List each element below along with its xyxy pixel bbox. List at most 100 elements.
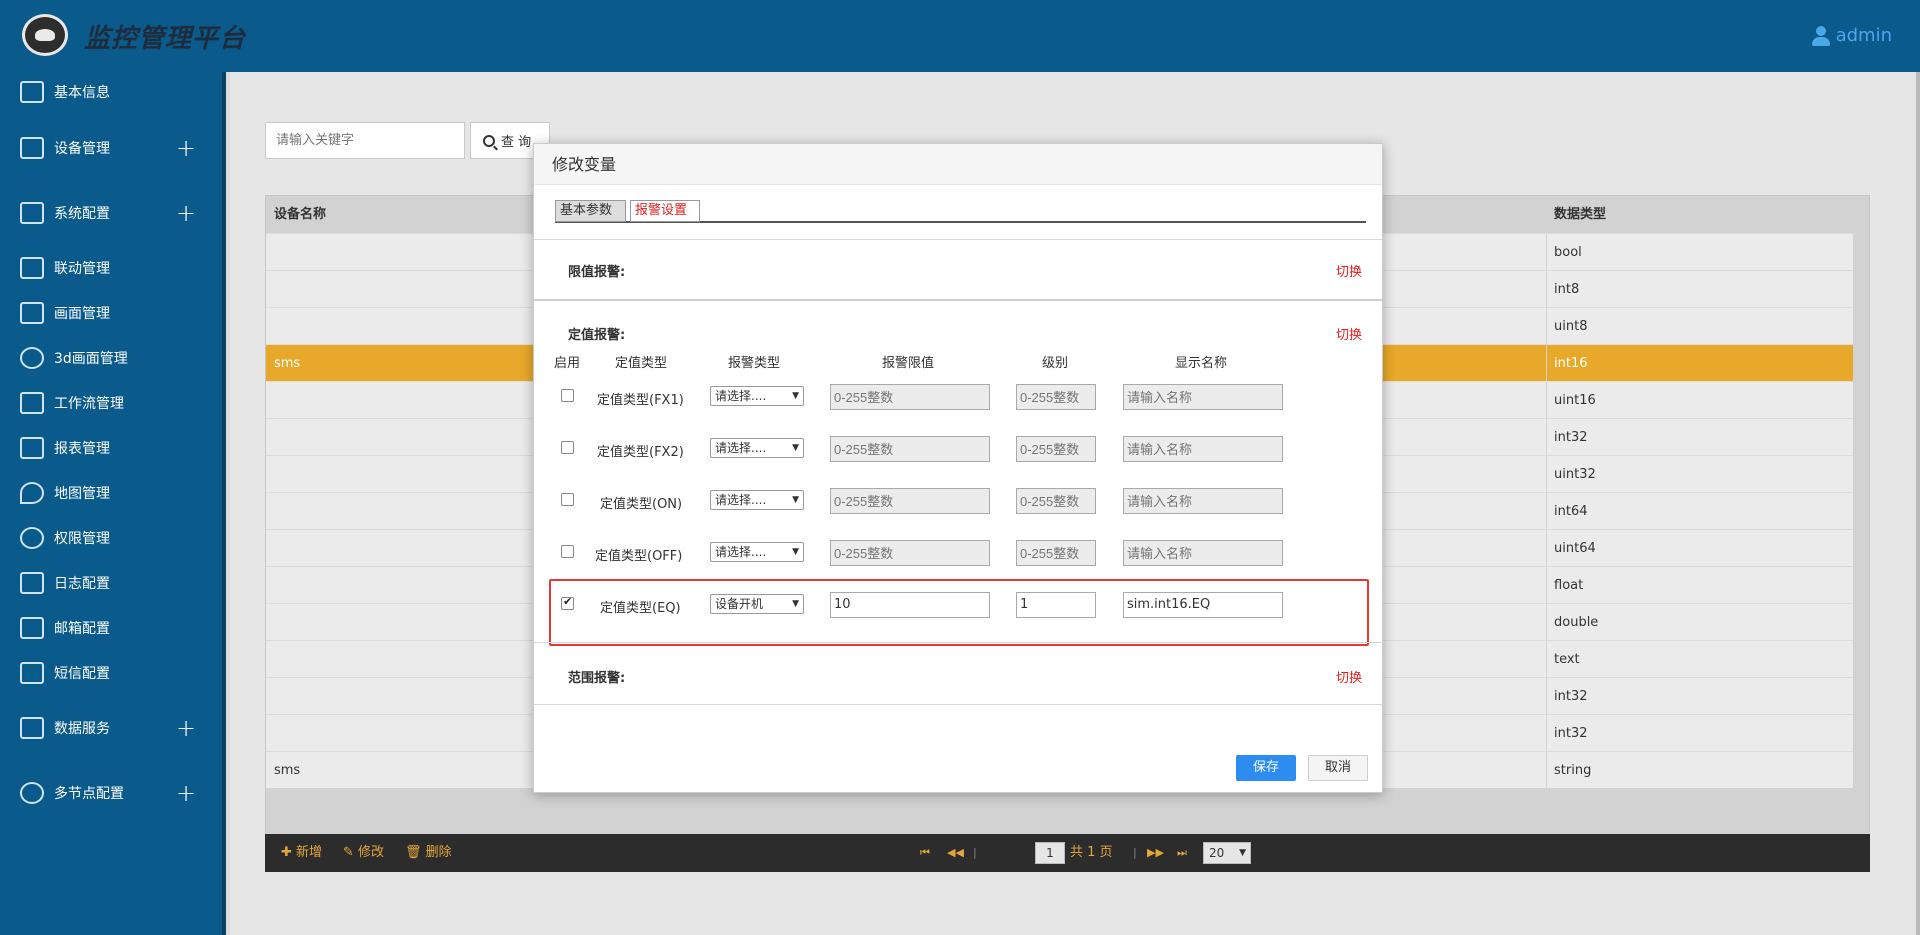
sidebar-item-multi-node[interactable]: 多节点配置 + [0,773,222,813]
fixed-type-label: 定值类型(OFF) [595,549,683,564]
delete-button-label: 删除 [425,845,452,860]
log-icon [20,572,44,594]
tab-basic-params[interactable]: 基本参数 [555,200,626,222]
alarm-level-input[interactable] [1016,540,1096,566]
cell-datatype: text [1554,652,1580,667]
alarm-type-select[interactable]: 请选择.... [710,490,804,510]
alarm-type-select[interactable]: 请选择.... [710,438,804,458]
search-button-label: 查 询 [501,135,532,150]
display-name-input[interactable] [1123,488,1283,514]
sidebar-item-log[interactable]: 日志配置 [0,563,222,603]
sidebar-item-label: 地图管理 [54,486,110,502]
nodes-icon [20,782,44,804]
user-menu[interactable]: admin [1811,25,1892,46]
alarm-limit-input[interactable] [830,488,990,514]
alarm-limit-input[interactable] [830,436,990,462]
display-name-input[interactable] [1123,436,1283,462]
last-page-icon[interactable]: ⏭ [1177,847,1189,858]
cell-device: sms [274,356,301,371]
alarm-level-input[interactable] [1016,488,1096,514]
column-header-device[interactable]: 设备名称 [274,196,326,233]
next-page-icon[interactable]: ▶▶ [1147,847,1164,858]
expand-plus-icon[interactable]: + [176,134,196,162]
cell-datatype: int16 [1554,356,1588,371]
range-alarm-switch[interactable]: 切换 [1336,667,1362,686]
column-divider [1546,715,1547,752]
delete-button[interactable]: 🗑 删除 [405,834,452,872]
column-header-enable: 启用 [554,356,581,371]
alarm-type-select[interactable]: 请选择.... [710,386,804,406]
sidebar-item-sms[interactable]: 短信配置 [0,653,222,693]
alarm-limit-input[interactable] [830,540,990,566]
enable-checkbox[interactable] [561,389,574,402]
sidebar-item-linkage[interactable]: 联动管理 [0,248,222,288]
column-divider [1546,345,1547,382]
alarm-level-input[interactable] [1016,436,1096,462]
prev-page-icon[interactable]: ◀◀ [947,847,964,858]
page-size-select[interactable]: 20 [1203,842,1251,864]
page-number-input[interactable]: 1 [1035,842,1065,864]
add-button[interactable]: ✚ 新增 [281,834,322,872]
alarm-type-select[interactable]: 请选择.... [710,542,804,562]
edit-button[interactable]: ✎ 修改 [343,834,384,872]
edit-button-label: 修改 [358,845,385,860]
enable-checkbox[interactable] [561,493,574,506]
pager-divider: | [973,846,977,859]
sidebar-item-label: 报表管理 [54,441,110,457]
display-name-input[interactable] [1123,384,1283,410]
sidebar-item-permission[interactable]: 权限管理 [0,518,222,558]
sidebar-item-workflow[interactable]: 工作流管理 [0,383,222,423]
cancel-button[interactable]: 取消 [1308,755,1368,781]
display-name-input[interactable] [1123,540,1283,566]
page-total: 共 1 页 [1070,845,1113,860]
sidebar-item-screen[interactable]: 画面管理 [0,293,222,333]
sidebar-item-label: 联动管理 [54,261,110,277]
fixed-alarm-row-off: 定值类型(OFF) 请选择.... [534,540,1382,570]
column-divider [1546,530,1547,567]
mail-icon [20,617,44,639]
pager-divider: | [1133,846,1137,859]
sidebar-item-3d-screen[interactable]: 3d画面管理 [0,338,222,378]
column-header-level: 级别 [1042,356,1069,371]
user-icon [1811,25,1830,46]
sidebar-item-device-management[interactable]: 设备管理 + [0,128,222,168]
divider [534,704,1382,705]
divider [534,642,1382,643]
fixed-alarm-title: 定值报警: [568,328,626,343]
first-page-icon[interactable]: ⏮ [920,847,932,858]
sidebar-item-label: 基本信息 [54,85,110,101]
tab-alarm-settings[interactable]: 报警设置 [630,200,700,222]
dialog-title: 修改变量 [534,144,1382,185]
expand-plus-icon[interactable]: + [176,714,196,742]
link-doc-icon [20,257,44,279]
column-header-type: 定值类型 [615,356,668,371]
column-divider [1546,678,1547,715]
sidebar-item-system-config[interactable]: 系统配置 + [0,193,222,233]
column-header-limit: 报警限值 [882,356,935,371]
enable-checkbox[interactable] [561,545,574,558]
sidebar-item-map[interactable]: 地图管理 [0,473,222,513]
cell-datatype: uint16 [1554,393,1596,408]
sidebar-item-basic-info[interactable]: 基本信息 [0,72,222,112]
alarm-limit-input[interactable] [830,384,990,410]
limit-alarm-title: 限值报警: [568,265,626,280]
enable-checkbox[interactable] [561,441,574,454]
sidebar-item-report[interactable]: 报表管理 [0,428,222,468]
column-divider [1546,752,1547,789]
search-input[interactable] [265,122,465,159]
edit-variable-dialog: 修改变量 基本参数 报警设置 限值报警: 切换 定值报警: 切换 启用 定值类型… [533,143,1383,793]
sidebar-item-data-service[interactable]: 数据服务 + [0,708,222,748]
divider [534,299,1382,301]
report-icon [20,437,44,459]
save-button[interactable]: 保存 [1236,755,1296,781]
expand-plus-icon[interactable]: + [176,199,196,227]
logo-icon [22,14,68,56]
sidebar-item-mail[interactable]: 邮箱配置 [0,608,222,648]
page-scrollbar[interactable] [1916,72,1920,935]
column-header-datatype[interactable]: 数据类型 [1554,196,1606,233]
limit-alarm-switch[interactable]: 切换 [1336,261,1362,280]
expand-plus-icon[interactable]: + [176,779,196,807]
alarm-level-input[interactable] [1016,384,1096,410]
fixed-type-label: 定值类型(FX1) [597,393,684,408]
fixed-alarm-switch[interactable]: 切换 [1336,324,1362,343]
